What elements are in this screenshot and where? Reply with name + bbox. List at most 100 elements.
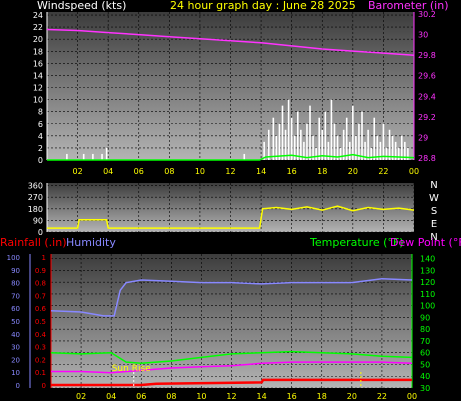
rain-tick-label: 1 <box>42 254 46 262</box>
wind-bar <box>287 99 290 160</box>
humidity-tick-label: 30 <box>11 344 20 352</box>
compass-letters: NWSEN <box>429 180 439 243</box>
rain-tick-label: 0.6 <box>35 305 47 313</box>
sunrise-label: Sun Rise <box>112 364 151 374</box>
dew-point-axis-label: Dew Point (°F) <box>390 236 461 249</box>
rain-axis-label: Rainfall (.in) <box>0 236 67 249</box>
wind-bar <box>348 141 351 160</box>
wind-bar <box>339 147 342 160</box>
humidity-tick-label: 70 <box>11 292 20 300</box>
rain-tick-label: 0.9 <box>35 267 46 275</box>
baro-tick-label: 29.8 <box>418 51 436 60</box>
humidity-axis-label: Humidity <box>66 236 116 249</box>
baro-tick-label: 30 <box>418 31 428 40</box>
wind-bar <box>358 123 360 160</box>
wind-x-tick-labels: 02 04 06 08 10 12 14 16 18 20 22 00 <box>72 167 419 176</box>
wind-bar <box>355 135 357 160</box>
wind-bar <box>82 153 85 160</box>
rain-tick-label: 0.2 <box>35 356 46 364</box>
dir-tick-label: 90 <box>33 216 43 225</box>
wind-tick-label: 14 <box>33 71 43 80</box>
wind-x-tick-label: 12 <box>225 167 235 176</box>
wind-tick-label: 10 <box>33 96 43 105</box>
wind-bar <box>296 111 299 160</box>
temp-x-tick-label: 20 <box>347 392 357 401</box>
baro-tick-label: 29.4 <box>418 92 436 101</box>
wind-x-tick-label: 08 <box>164 167 174 176</box>
wind-bar <box>370 147 372 160</box>
wind-x-tick-label: 20 <box>348 167 358 176</box>
humidity-tick-label: 90 <box>11 267 20 275</box>
wind-tick-label: 20 <box>33 35 43 44</box>
wind-tick-label: 0 <box>38 156 43 165</box>
wind-tick-label: 22 <box>33 23 43 32</box>
humidity-tick-label: 0 <box>16 382 20 390</box>
wind-bar <box>352 105 354 160</box>
wind-x-tick-label: 18 <box>317 167 327 176</box>
wind-tick-label: 12 <box>33 84 43 93</box>
temp-x-tick-label: 10 <box>196 392 206 401</box>
wind-tick-label: 16 <box>33 59 43 68</box>
temp-tick-label: 90 <box>420 313 430 322</box>
humidity-tick-labels: 0 10 20 30 40 50 60 70 80 90 100 <box>7 254 20 390</box>
temp-tick-label: 70 <box>420 337 430 346</box>
temp-tick-label: 140 <box>420 255 435 264</box>
wind-bar <box>101 153 103 160</box>
baro-tick-label: 29 <box>418 133 428 142</box>
wind-bar <box>267 129 270 160</box>
wind-tick-label: 2 <box>38 144 43 153</box>
wind-bar <box>309 105 311 160</box>
wind-bar <box>327 141 330 160</box>
rain-tick-label: 0.1 <box>35 369 46 377</box>
temp-hum-panel: Sun Rise 0102030405060708090100 00.10.20… <box>0 236 461 401</box>
compass-letter: W <box>429 193 439 204</box>
humidity-tick-label: 40 <box>11 331 20 339</box>
wind-bar <box>361 111 363 160</box>
wind-bar <box>306 123 308 160</box>
wind-x-tick-label: 04 <box>103 167 113 176</box>
weather-graph: 024681012141618202224 28.82929.229.429.6… <box>0 0 461 401</box>
temp-x-tick-label: 02 <box>76 392 86 401</box>
rain-tick-label: 0.4 <box>35 331 47 339</box>
wind-bar <box>281 105 284 160</box>
compass-letter: E <box>431 219 437 230</box>
wind-axis-label: Windspeed (kts) <box>37 0 126 12</box>
baro-tick-label: 29.6 <box>418 72 436 81</box>
wind-baro-panel: 024681012141618202224 28.82929.229.429.6… <box>33 0 449 176</box>
humidity-tick-label: 10 <box>11 369 20 377</box>
humidity-tick-label: 20 <box>11 356 20 364</box>
baro-tick-label: 29.2 <box>418 113 436 122</box>
temp-x-tick-labels: 02 04 06 08 10 12 14 16 18 20 22 00 <box>76 392 417 401</box>
temp-x-tick-label: 00 <box>407 392 417 401</box>
wind-bar <box>300 129 302 160</box>
wind-bar <box>382 123 385 160</box>
temp-tick-label: 80 <box>420 325 430 334</box>
rain-tick-label: 0 <box>42 382 46 390</box>
wind-x-tick-label: 16 <box>287 167 297 176</box>
temp-tick-label: 120 <box>420 278 435 287</box>
compass-letter: N <box>430 180 437 191</box>
humidity-tick-label: 50 <box>11 318 20 326</box>
baro-axis-label: Barometer (in) <box>368 0 449 12</box>
wind-tick-label: 8 <box>38 108 43 117</box>
dir-tick-label: 270 <box>28 193 43 202</box>
wind-tick-label: 4 <box>38 132 43 141</box>
rain-tick-labels: 0 0.1 0.2 0.3 0.4 0.5 0.6 0.7 0.8 0.9 1 <box>35 254 47 390</box>
wind-bar <box>397 147 400 160</box>
wind-bar <box>278 123 281 160</box>
temp-x-tick-label: 14 <box>256 392 266 401</box>
temp-x-tick-label: 04 <box>106 392 116 401</box>
temp-tick-labels: 30 40 50 60 70 80 90 100 110 120 130 140 <box>420 255 435 393</box>
humidity-tick-label: 80 <box>11 280 20 288</box>
baro-tick-label: 28.8 <box>418 154 436 163</box>
wind-bar <box>367 129 369 160</box>
wind-x-tick-label: 02 <box>72 167 82 176</box>
wind-bar <box>373 117 376 160</box>
temp-tick-label: 30 <box>420 384 430 393</box>
wind-x-tick-label: 14 <box>256 167 266 176</box>
wind-bar <box>345 117 348 160</box>
dir-tick-label: 360 <box>28 182 43 191</box>
dir-tick-labels: 090180270360 <box>28 182 43 237</box>
baro-tick-labels: 28.82929.229.429.629.83030.2 <box>418 10 436 163</box>
compass-letter: S <box>431 206 437 217</box>
